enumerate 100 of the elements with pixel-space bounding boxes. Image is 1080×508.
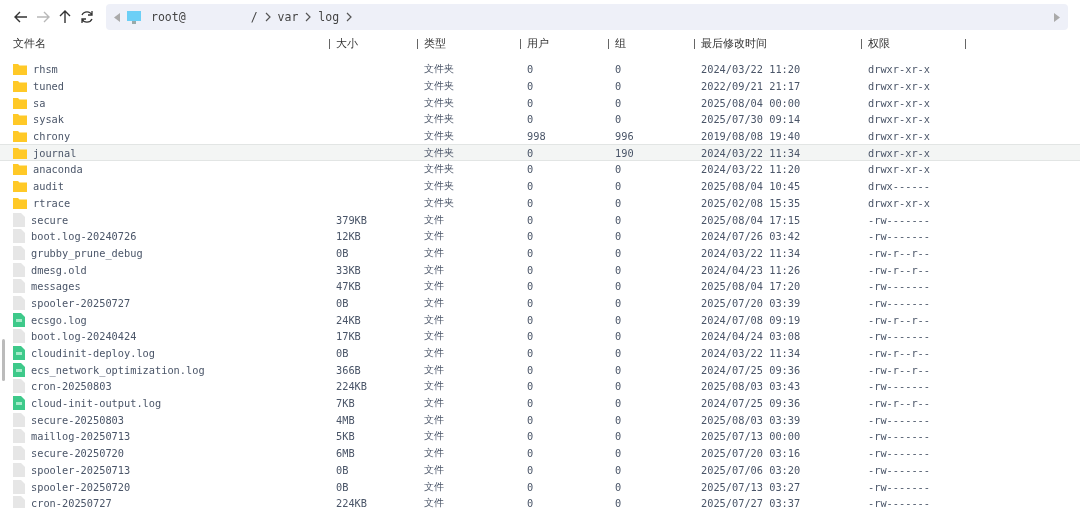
column-header[interactable]: 最后修改时间 xyxy=(701,37,767,51)
back-icon[interactable] xyxy=(14,11,28,23)
permissions: -rw------- xyxy=(868,296,930,309)
file-user: 0 xyxy=(527,363,534,376)
permissions: drwxr-xr-x xyxy=(868,113,930,126)
file-group: 0 xyxy=(615,230,622,243)
folder-icon xyxy=(13,196,27,209)
file-name: tuned xyxy=(33,80,64,93)
file-group: 0 xyxy=(615,113,622,126)
file-row[interactable]: boot.log-20240424 17KB 文件 0 0 2024/04/24 03:08 -rw------- xyxy=(0,328,1080,345)
permissions: -rw------- xyxy=(868,213,930,226)
scroll-left-icon[interactable] xyxy=(114,12,120,22)
refresh-icon[interactable] xyxy=(80,10,94,24)
file-icon xyxy=(13,279,25,294)
file-row[interactable]: sa 文件夹 0 0 2025/08/04 00:00 drwxr-xr-x xyxy=(0,94,1080,112)
file-row[interactable]: cron-20250803 224KB 文件 0 0 2025/08/03 03:43 -rw------- xyxy=(0,378,1080,395)
file-name: spooler-20250713 xyxy=(31,463,131,476)
file-name: ecs_network_optimization.log xyxy=(31,363,205,376)
scroll-right-icon[interactable] xyxy=(1054,12,1060,22)
file-row[interactable]: cloudinit-deploy.log 0B 文件 0 0 2024/03/22 11:34 -rw-r--r-- xyxy=(0,344,1080,362)
file-user: 0 xyxy=(527,146,534,159)
folder-icon xyxy=(13,146,27,159)
file-type: 文件夹 xyxy=(424,130,454,142)
file-type: 文件 xyxy=(424,280,444,292)
modified-time: 2024/07/25 09:36 xyxy=(701,397,801,410)
file-type: 文件 xyxy=(424,363,444,375)
modified-time: 2024/07/26 03:42 xyxy=(701,230,801,243)
file-size: 224KB xyxy=(336,380,367,393)
column-header[interactable]: 用户 xyxy=(527,37,549,51)
address-bar[interactable]: root@ / var log xyxy=(106,4,1068,30)
column-header[interactable]: 文件名 xyxy=(13,37,46,51)
path-segment[interactable]: root@ xyxy=(151,10,244,24)
file-size: 7KB xyxy=(336,397,355,410)
file-row[interactable]: ecsgo.log 24KB 文件 0 0 2024/07/08 09:19 -rw-r--r-- xyxy=(0,311,1080,328)
file-row[interactable]: secure 379KB 文件 0 0 2025/08/04 17:15 -rw------- xyxy=(0,211,1080,228)
file-row[interactable]: secure-20250720 6MB 文件 0 0 2025/07/20 03:16 -rw------- xyxy=(0,444,1080,462)
file-user: 0 xyxy=(527,330,534,343)
file-type: 文件 xyxy=(424,480,444,492)
file-row[interactable]: secure-20250803 4MB 文件 0 0 2025/08/03 03:39 -rw------- xyxy=(0,411,1080,429)
file-size: 5KB xyxy=(336,430,355,443)
permissions: -rw------- xyxy=(868,463,930,476)
column-header[interactable]: 类型 xyxy=(424,37,446,51)
file-row[interactable]: ecs_network_optimization.log 366B 文件 0 0 2024/07/25 09:36 -rw-r--r-- xyxy=(0,361,1080,379)
file-row[interactable]: spooler-20250727 0B 文件 0 0 2025/07/20 03:39 -rw------- xyxy=(0,294,1080,312)
permissions: -rw------- xyxy=(868,447,930,460)
file-group: 0 xyxy=(615,363,622,376)
modified-time: 2025/07/13 00:00 xyxy=(701,430,801,443)
file-size: 17KB xyxy=(336,330,361,343)
file-row[interactable]: rtrace 文件夹 0 0 2025/02/08 15:35 drwxr-xr-x xyxy=(0,194,1080,212)
file-row[interactable]: audit 文件夹 0 0 2025/08/04 10:45 drwx------ xyxy=(0,177,1080,195)
file-user: 0 xyxy=(527,480,534,493)
file-type: 文件 xyxy=(424,296,444,308)
file-type: 文件 xyxy=(424,330,444,342)
file-name: sa xyxy=(33,96,46,109)
file-group: 0 xyxy=(615,313,622,326)
up-icon[interactable] xyxy=(59,10,71,24)
column-header[interactable]: 权限 xyxy=(868,37,890,51)
file-icon xyxy=(13,262,25,277)
file-size: 12KB xyxy=(336,230,361,243)
path-segment[interactable]: / xyxy=(250,10,258,24)
file-row[interactable]: messages 47KB 文件 0 0 2025/08/04 17:20 -rw------- xyxy=(0,277,1080,295)
file-name: maillog-20250713 xyxy=(31,430,131,443)
file-row[interactable]: dmesg.old 33KB 文件 0 0 2024/04/23 11:26 -rw-r--r-- xyxy=(0,261,1080,278)
permissions: -rw-r--r-- xyxy=(868,263,930,276)
file-row[interactable]: spooler-20250713 0B 文件 0 0 2025/07/06 03:20 -rw------- xyxy=(0,461,1080,479)
permissions: -rw-r--r-- xyxy=(868,347,930,360)
file-name: rhsm xyxy=(33,63,58,76)
log-file-icon xyxy=(13,396,25,411)
permissions: -rw------- xyxy=(868,430,930,443)
file-type: 文件夹 xyxy=(424,63,454,75)
column-header[interactable]: 大小 xyxy=(336,37,358,51)
modified-time: 2025/08/04 17:20 xyxy=(701,280,801,293)
file-row[interactable]: chrony 文件夹 998 996 2019/08/08 19:40 drwxr-xr-x xyxy=(0,127,1080,145)
file-row[interactable]: boot.log-20240726 12KB 文件 0 0 2024/07/26 03:42 -rw------- xyxy=(0,227,1080,245)
file-type: 文件 xyxy=(424,447,444,459)
modified-time: 2025/08/04 10:45 xyxy=(701,180,801,193)
file-row[interactable]: sysak 文件夹 0 0 2025/07/30 09:14 drwxr-xr-x xyxy=(0,111,1080,128)
file-user: 0 xyxy=(527,280,534,293)
column-header[interactable]: 组 xyxy=(615,37,626,51)
file-group: 0 xyxy=(615,63,622,76)
file-row[interactable]: tuned 文件夹 0 0 2022/09/21 21:17 drwxr-xr-x xyxy=(0,77,1080,95)
file-row[interactable]: spooler-20250720 0B 文件 0 0 2025/07/13 03:27 -rw------- xyxy=(0,478,1080,495)
path-segment[interactable]: var xyxy=(277,10,299,24)
file-row[interactable]: grubby_prune_debug 0B 文件 0 0 2024/03/22 11:34 -rw-r--r-- xyxy=(0,244,1080,262)
file-group: 0 xyxy=(615,80,622,93)
file-row[interactable]: maillog-20250713 5KB 文件 0 0 2025/07/13 00:00 -rw------- xyxy=(0,428,1080,445)
scrollbar[interactable] xyxy=(2,339,5,381)
file-row[interactable]: cron-20250727 224KB 文件 0 0 2025/07/27 03:37 -rw------- xyxy=(0,494,1080,508)
file-row[interactable]: cloud-init-output.log 7KB 文件 0 0 2024/07/25 09:36 -rw-r--r-- xyxy=(0,394,1080,412)
file-row[interactable]: anaconda 文件夹 0 0 2024/03/22 11:20 drwxr-xr-x xyxy=(0,161,1080,178)
modified-time: 2024/04/23 11:26 xyxy=(701,263,801,276)
log-file-icon xyxy=(13,346,25,361)
file-type: 文件 xyxy=(424,497,444,508)
modified-time: 2024/04/24 03:08 xyxy=(701,330,801,343)
log-file-icon xyxy=(13,362,25,377)
file-row[interactable]: rhsm 文件夹 0 0 2024/03/22 11:20 drwxr-xr-x xyxy=(0,61,1080,78)
file-icon xyxy=(13,295,25,310)
file-row[interactable]: journal 文件夹 0 190 2024/03/22 11:34 drwxr-xr-x xyxy=(0,144,1080,162)
path-segment[interactable]: log xyxy=(318,10,340,24)
modified-time: 2024/03/22 11:34 xyxy=(701,146,801,159)
